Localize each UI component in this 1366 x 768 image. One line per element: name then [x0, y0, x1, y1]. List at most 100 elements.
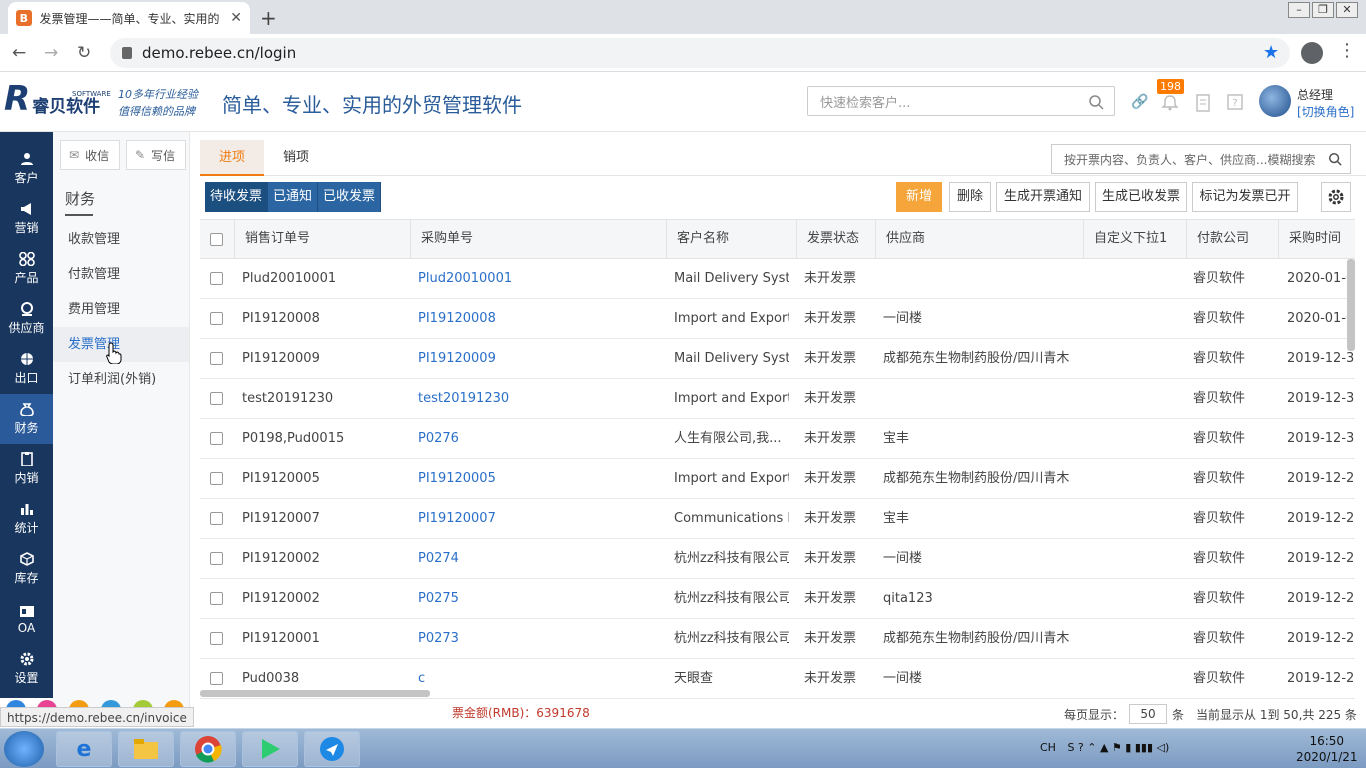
bell-icon[interactable] [1161, 94, 1179, 112]
cell-purchase-order[interactable]: P0273 [418, 619, 658, 659]
nav-item-export[interactable]: 出口 [0, 344, 53, 394]
reload-icon[interactable]: ↻ [77, 43, 91, 63]
maximize-button[interactable]: ❐ [1312, 2, 1334, 18]
row-checkbox[interactable] [210, 592, 223, 605]
table-row[interactable]: PI19120001 P0273 杭州zz科技有限公司 未开发票 成都苑东生物制药股份/… [200, 619, 1355, 659]
col-custom-dropdown[interactable]: 自定义下拉1 [1083, 220, 1186, 258]
forward-icon[interactable]: → [44, 43, 58, 63]
row-checkbox[interactable] [210, 632, 223, 645]
row-checkbox[interactable] [210, 472, 223, 485]
row-checkbox[interactable] [210, 312, 223, 325]
account-icon[interactable] [1301, 42, 1323, 64]
col-customer[interactable]: 客户名称 [666, 220, 796, 258]
cell-purchase-order[interactable]: P0275 [418, 579, 658, 619]
table-row[interactable]: PI19120002 P0274 杭州zz科技有限公司 未开发票 一间楼 睿贝软件 2019… [200, 539, 1355, 579]
mark-issued-button[interactable]: 标记为发票已开 [1192, 182, 1298, 212]
nav-item-customers[interactable]: 客户 [0, 144, 53, 194]
filter-received[interactable]: 已收发票 [318, 182, 382, 212]
customer-search-input[interactable]: 快速检索客户... [807, 86, 1115, 116]
document-icon[interactable] [1196, 94, 1210, 112]
nav-item-finance[interactable]: 财务 [0, 394, 53, 444]
start-button[interactable] [4, 731, 44, 767]
table-row[interactable]: PI19120009 PI19120009 Mail Delivery Syst..… [200, 339, 1355, 379]
nav-item-products[interactable]: 产品 [0, 244, 53, 294]
input-language[interactable]: CH [1040, 741, 1056, 754]
browser-tab[interactable]: B 发票管理——简单、专业、实用的 ✕ [8, 2, 250, 34]
logo[interactable]: R 睿贝软件 SOFTWARE [4, 80, 111, 118]
table-row[interactable]: PI19120008 PI19120008 Import and Export...… [200, 299, 1355, 339]
cell-purchase-order[interactable]: PI19120008 [418, 299, 658, 339]
table-row[interactable]: PI19120002 P0275 杭州zz科技有限公司 未开发票 qita123 睿贝软件… [200, 579, 1355, 619]
tab-input[interactable]: 进项 [200, 140, 264, 176]
cell-purchase-order[interactable]: Plud20010001 [418, 259, 658, 299]
col-paying-company[interactable]: 付款公司 [1186, 220, 1278, 258]
bookmark-star-icon[interactable]: ★ [1263, 42, 1279, 63]
table-row[interactable]: PI19120005 PI19120005 Import and Export...… [200, 459, 1355, 499]
compose-button[interactable]: ✎ 写信 [126, 140, 186, 170]
col-invoice-status[interactable]: 发票状态 [796, 220, 875, 258]
menu-icon[interactable]: ⋮ [1338, 40, 1356, 61]
delete-button[interactable]: 删除 [949, 182, 991, 212]
cell-purchase-order[interactable]: PI19120005 [418, 459, 658, 499]
cell-purchase-order[interactable]: P0276 [418, 419, 658, 459]
row-checkbox[interactable] [210, 512, 223, 525]
cell-purchase-order[interactable]: PI19120007 [418, 499, 658, 539]
filter-notified[interactable]: 已通知 [268, 182, 319, 212]
nav-item-inventory[interactable]: 库存 [0, 544, 53, 594]
ie-icon[interactable]: e [56, 731, 112, 767]
switch-role-link[interactable]: [切换角色] [1297, 103, 1354, 120]
horizontal-scrollbar[interactable] [200, 690, 430, 697]
cell-purchase-order[interactable]: test20191230 [418, 379, 658, 419]
table-settings-button[interactable] [1321, 182, 1351, 212]
per-page-input[interactable]: 50 [1129, 704, 1168, 724]
link-icon[interactable]: 🔗 [1131, 94, 1148, 110]
col-sales-order[interactable]: 销售订单号 [234, 220, 410, 258]
nav-item-marketing[interactable]: 营销 [0, 194, 53, 244]
row-checkbox[interactable] [210, 432, 223, 445]
nav-item-domestic[interactable]: 内销 [0, 444, 53, 494]
tray-icons[interactable]: S ? ⌃ ▲ ⚑ ▮ ▮▮▮ ◁) [1067, 741, 1169, 754]
add-button[interactable]: 新增 [896, 182, 942, 212]
avatar[interactable] [1259, 85, 1291, 117]
chrome-icon[interactable] [180, 731, 236, 767]
vertical-scrollbar[interactable] [1347, 259, 1355, 351]
table-row[interactable]: test20191230 test20191230 Import and Expor… [200, 379, 1355, 419]
help-icon[interactable]: ? [1227, 94, 1243, 110]
clock[interactable]: 16:50 2020/1/21 [1296, 733, 1358, 765]
explorer-icon[interactable] [118, 731, 174, 767]
row-checkbox[interactable] [210, 672, 223, 685]
table-row[interactable]: Plud20010001 Plud20010001 Mail Delivery Sy… [200, 259, 1355, 299]
col-supplier[interactable]: 供应商 [875, 220, 1083, 258]
generate-received-button[interactable]: 生成已收发票 [1095, 182, 1187, 212]
nav-item-settings[interactable]: 设置 [0, 644, 53, 694]
cell-purchase-order[interactable]: PI19120009 [418, 339, 658, 379]
nav-item-statistics[interactable]: 统计 [0, 494, 53, 544]
minimize-button[interactable]: – [1288, 2, 1310, 18]
tab-output[interactable]: 销项 [264, 140, 328, 176]
col-purchase-order[interactable]: 采购单号 [410, 220, 666, 258]
table-row[interactable]: PI19120007 PI19120007 Communications I... 未… [200, 499, 1355, 539]
col-purchase-date[interactable]: 采购时间 [1278, 220, 1355, 258]
subnav-item-payments[interactable]: 付款管理 [53, 257, 189, 292]
generate-notice-button[interactable]: 生成开票通知 [996, 182, 1090, 212]
new-tab-icon[interactable]: + [260, 6, 277, 30]
select-all-checkbox[interactable] [210, 233, 223, 246]
messenger-icon[interactable] [304, 731, 360, 767]
nav-item-oa[interactable]: OA [0, 594, 53, 644]
filter-pending[interactable]: 待收发票 [205, 182, 269, 212]
invoice-search-input[interactable]: 按开票内容、负责人、客户、供应商...模糊搜索 [1051, 144, 1351, 174]
inbox-button[interactable]: ✉ 收信 [60, 140, 120, 170]
close-tab-icon[interactable]: ✕ [230, 10, 242, 26]
search-icon[interactable] [1328, 152, 1342, 166]
back-icon[interactable]: ← [12, 43, 26, 63]
row-checkbox[interactable] [210, 272, 223, 285]
cell-purchase-order[interactable]: c [418, 659, 658, 699]
subnav-item-receipts[interactable]: 收款管理 [53, 222, 189, 257]
subnav-item-order-profit[interactable]: 订单利润(外销) [53, 362, 189, 397]
table-row[interactable]: P0198,Pud0015 P0276 人生有限公司,我... 未开发票 宝丰 睿贝软件 2… [200, 419, 1355, 459]
row-checkbox[interactable] [210, 392, 223, 405]
url-field[interactable]: demo.rebee.cn/login [110, 38, 1290, 68]
cell-purchase-order[interactable]: P0274 [418, 539, 658, 579]
close-window-button[interactable]: ✕ [1336, 2, 1358, 18]
nav-item-suppliers[interactable]: 供应商 [0, 294, 53, 344]
